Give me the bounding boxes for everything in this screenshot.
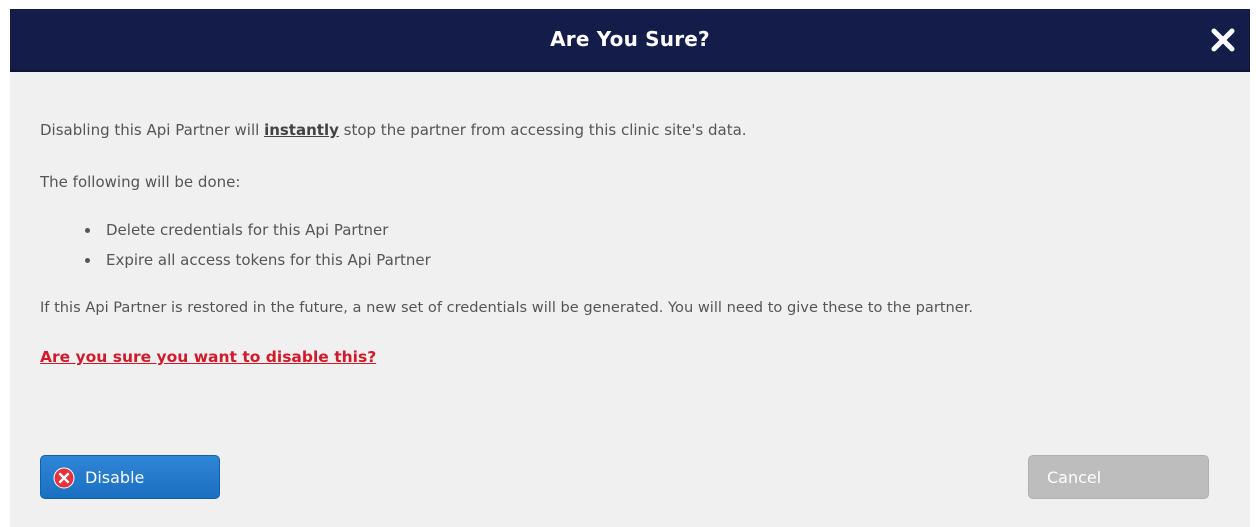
cancel-button-label: Cancel xyxy=(1047,468,1102,487)
intro-text-end: stop the partner from accessing this cli… xyxy=(338,121,747,139)
restore-note: If this Api Partner is restored in the f… xyxy=(40,299,974,316)
dialog-titlebar: Are You Sure? xyxy=(10,9,1250,72)
disable-button-label: Disable xyxy=(85,468,145,487)
followup-text: The following will be done: xyxy=(40,173,241,191)
confirm-question: Are you sure you want to disable this? xyxy=(40,348,377,366)
disable-icon xyxy=(53,467,75,489)
confirm-dialog: Are You Sure? Disabling this Api Partner… xyxy=(10,9,1250,527)
dialog-title: Are You Sure? xyxy=(550,27,710,51)
close-icon xyxy=(1211,28,1235,52)
cancel-button[interactable]: Cancel xyxy=(1028,455,1209,499)
close-button[interactable] xyxy=(1208,25,1238,55)
intro-emphasis: instantly xyxy=(264,121,339,139)
list-item: Expire all access tokens for this Api Pa… xyxy=(80,250,431,280)
action-list: Delete credentials for this Api Partner … xyxy=(80,220,431,280)
intro-text-start: Disabling this Api Partner will xyxy=(40,121,265,139)
list-item: Delete credentials for this Api Partner xyxy=(80,220,431,250)
intro-text: Disabling this Api Partner will instantl… xyxy=(40,121,747,139)
disable-button[interactable]: Disable xyxy=(40,455,220,499)
